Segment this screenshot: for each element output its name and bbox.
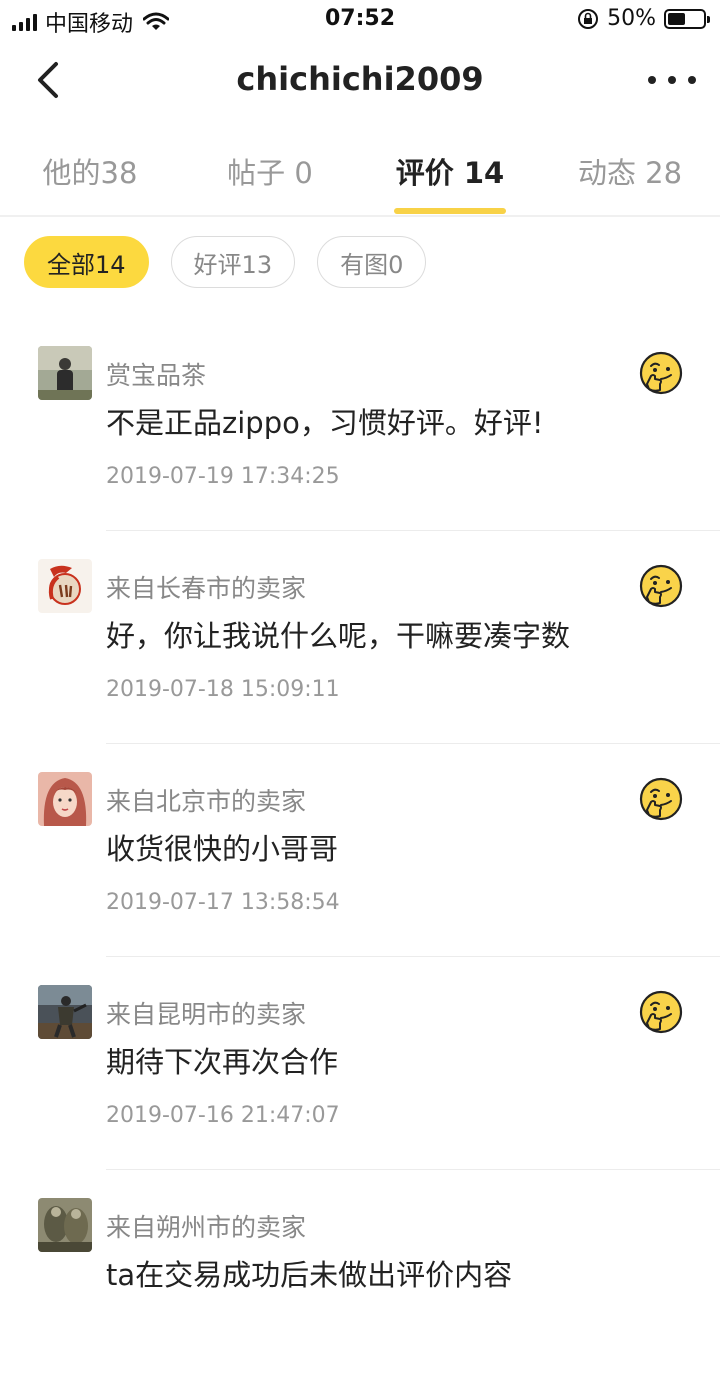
battery-icon	[664, 8, 710, 29]
review-time: 2019-07-18 15:09:11	[106, 677, 340, 702]
review-filters: 全部14 好评13 有图0	[24, 236, 427, 288]
avatar[interactable]	[38, 985, 92, 1039]
review-item[interactable]: 来自昆明市的卖家 期待下次再次合作 2019-07-16 21:47:07	[0, 957, 720, 1170]
status-right: 50%	[577, 6, 710, 31]
thinking-emoji-icon	[639, 777, 683, 821]
tab-posts[interactable]: 帖子 0	[180, 130, 360, 214]
reviewer-name[interactable]: 来自昆明市的卖家	[106, 995, 306, 1031]
status-bar: 中国移动 07:52 50%	[0, 0, 720, 40]
reviewer-name[interactable]: 来自朔州市的卖家	[106, 1208, 306, 1244]
filter-with-photos[interactable]: 有图0	[317, 236, 427, 288]
review-content: ta在交易成功后未做出评价内容	[106, 1258, 513, 1292]
review-item[interactable]: 来自长春市的卖家 好，你让我说什么呢，干嘛要凑字数 2019-07-18 15:…	[0, 531, 720, 744]
review-content: 期待下次再次合作	[106, 1045, 339, 1079]
thinking-emoji-icon	[639, 351, 683, 395]
review-item[interactable]: 赏宝品茶 不是正品zippo，习惯好评。好评! 2019-07-19 17:34…	[0, 318, 720, 531]
filter-positive[interactable]: 好评13	[170, 236, 296, 288]
filter-all[interactable]: 全部14	[24, 236, 149, 288]
tab-reviews[interactable]: 评价 14	[360, 130, 540, 214]
review-time: 2019-07-17 13:58:54	[106, 890, 340, 915]
review-item[interactable]: 来自朔州市的卖家 ta在交易成功后未做出评价内容	[0, 1170, 720, 1383]
nav-bar: chichichi2009	[0, 40, 720, 120]
review-content: 好，你让我说什么呢，干嘛要凑字数	[106, 619, 571, 653]
more-dot	[668, 76, 676, 84]
rotation-lock-icon	[578, 8, 599, 29]
review-content: 收货很快的小哥哥	[106, 832, 339, 866]
more-dot	[648, 76, 656, 84]
tabs-divider	[0, 215, 720, 217]
review-time: 2019-07-19 17:34:25	[106, 464, 340, 489]
page-title: chichichi2009	[236, 60, 484, 98]
profile-tabs: 他的38 帖子 0 评价 14 动态 28	[0, 130, 720, 214]
battery-level	[668, 12, 685, 25]
more-dot	[688, 76, 696, 84]
review-item[interactable]: 来自北京市的卖家 收货很快的小哥哥 2019-07-17 13:58:54	[0, 744, 720, 957]
thinking-emoji-icon	[639, 564, 683, 608]
more-button[interactable]	[648, 62, 696, 98]
tab-activity[interactable]: 动态 28	[540, 130, 720, 214]
avatar[interactable]	[38, 346, 92, 400]
review-time: 2019-07-16 21:47:07	[106, 1103, 340, 1128]
reviewer-name[interactable]: 赏宝品茶	[106, 356, 206, 392]
avatar[interactable]	[38, 772, 92, 826]
reviewer-name[interactable]: 来自北京市的卖家	[106, 782, 306, 818]
thinking-emoji-icon	[639, 990, 683, 1034]
avatar[interactable]	[38, 559, 92, 613]
reviewer-name[interactable]: 来自长春市的卖家	[106, 569, 306, 605]
battery-percent: 50%	[607, 6, 656, 31]
review-content: 不是正品zippo，习惯好评。好评!	[106, 406, 544, 440]
review-list: 赏宝品茶 不是正品zippo，习惯好评。好评! 2019-07-19 17:34…	[0, 318, 720, 1383]
avatar[interactable]	[38, 1198, 92, 1252]
tab-his-items[interactable]: 他的38	[0, 130, 180, 214]
